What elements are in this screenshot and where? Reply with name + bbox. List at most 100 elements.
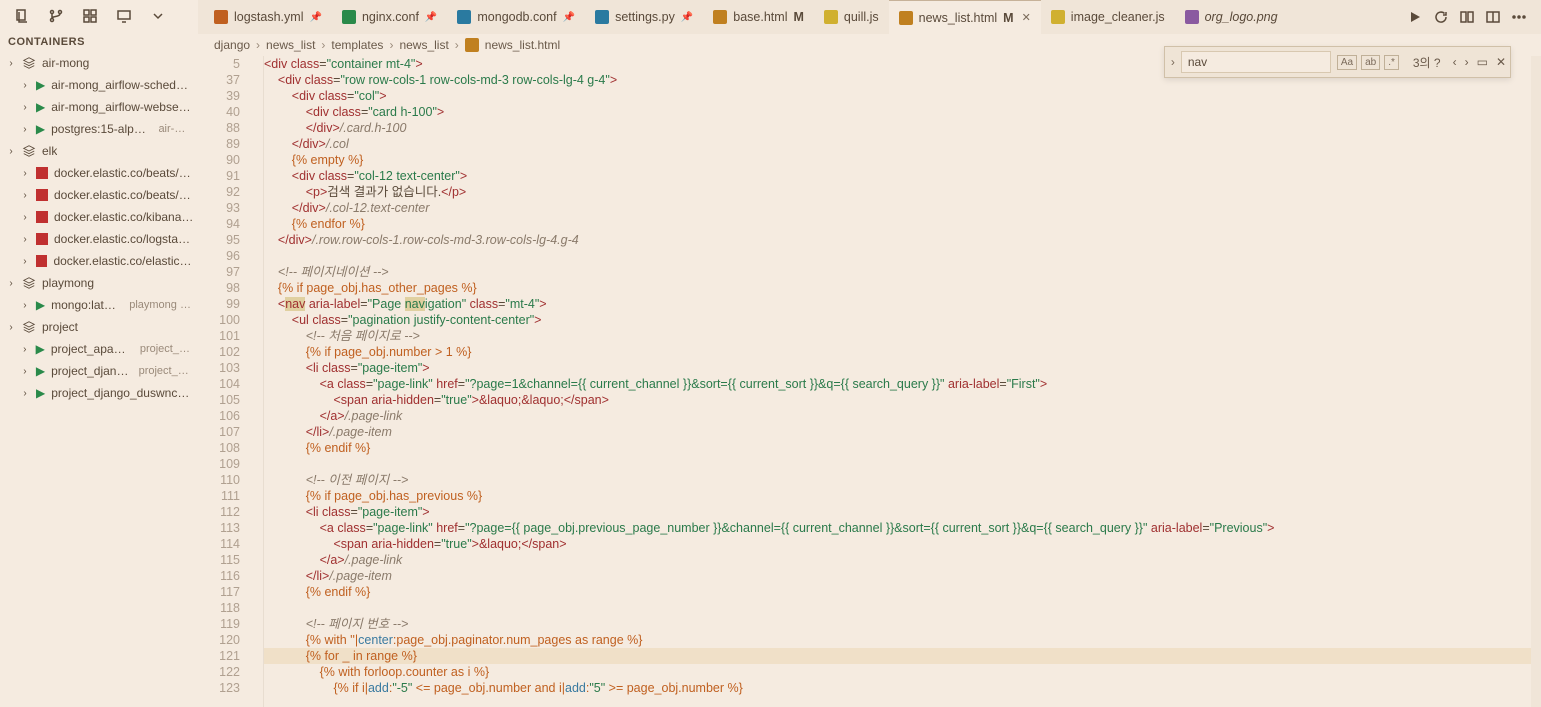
- tab[interactable]: org_logo.png: [1175, 0, 1288, 34]
- find-prev-icon[interactable]: ‹: [1449, 55, 1461, 69]
- chevron-right-icon: ›: [6, 146, 16, 157]
- breadcrumb-item[interactable]: news_list: [399, 38, 448, 52]
- tree-item[interactable]: ›▶postgres:15-alpineair-m…: [0, 118, 198, 140]
- container-tree: ›air-mong›▶air-mong_airflow-sched…›▶air-…: [0, 52, 198, 707]
- branch-icon[interactable]: [48, 8, 64, 24]
- compare-icon[interactable]: [1459, 9, 1475, 25]
- file-icon: [1185, 10, 1199, 24]
- find-input[interactable]: [1181, 51, 1331, 73]
- tab[interactable]: settings.py📌: [585, 0, 703, 34]
- tree-group[interactable]: ›playmong: [0, 272, 198, 294]
- tab[interactable]: news_list.htmlM✕: [889, 0, 1041, 34]
- tree-item[interactable]: ›docker.elastic.co/logsta…: [0, 228, 198, 250]
- find-selection-icon[interactable]: ▭: [1473, 55, 1492, 69]
- find-word-icon[interactable]: ab: [1361, 55, 1380, 70]
- breadcrumb-item[interactable]: django: [214, 38, 250, 52]
- find-widget: › Aa ab .* 3의 ? ‹ › ▭ ✕: [1164, 46, 1511, 78]
- tree-item[interactable]: ›▶mongo:latestplaymong -…: [0, 294, 198, 316]
- chevron-right-icon: ›: [20, 168, 30, 179]
- run-icon: ▶: [36, 122, 45, 136]
- pin-icon[interactable]: 📌: [563, 12, 575, 23]
- find-regex-icon[interactable]: .*: [1384, 55, 1399, 70]
- find-close-icon[interactable]: ✕: [1492, 55, 1510, 69]
- file-icon: [899, 11, 913, 25]
- tree-item[interactable]: ›docker.elastic.co/elastics…: [0, 250, 198, 272]
- container-icon: [36, 211, 48, 223]
- file-icon: [824, 10, 838, 24]
- container-icon: [36, 233, 48, 245]
- chevron-right-icon: ›: [20, 300, 30, 311]
- close-icon[interactable]: ✕: [1020, 11, 1031, 24]
- minimap[interactable]: [1531, 56, 1541, 707]
- tree-item[interactable]: ›docker.elastic.co/beats/…: [0, 184, 198, 206]
- chevron-right-icon: ›: [6, 58, 16, 69]
- tab[interactable]: image_cleaner.js: [1041, 0, 1175, 34]
- chevron-down-icon[interactable]: [150, 8, 166, 24]
- run-icon: ▶: [36, 78, 45, 92]
- file-icon: [342, 10, 356, 24]
- extensions-icon[interactable]: [82, 8, 98, 24]
- find-expand-icon[interactable]: ›: [1165, 55, 1181, 69]
- pin-icon[interactable]: 📌: [425, 12, 437, 23]
- run-icon: ▶: [36, 364, 45, 378]
- chevron-right-icon: ›: [6, 278, 16, 289]
- run-icon: ▶: [36, 298, 45, 312]
- tree-item[interactable]: ›▶project_django_duswnc…: [0, 382, 198, 404]
- run-icon: ▶: [36, 342, 45, 356]
- chevron-right-icon: ›: [20, 102, 30, 113]
- tab[interactable]: mongodb.conf📌: [447, 0, 585, 34]
- more-icon[interactable]: [1511, 9, 1527, 25]
- folding-margin[interactable]: [248, 56, 264, 707]
- find-case-icon[interactable]: Aa: [1337, 55, 1357, 70]
- tab[interactable]: logstash.yml📌: [204, 0, 332, 34]
- run-icon: ▶: [36, 386, 45, 400]
- tab[interactable]: base.htmlM: [703, 0, 814, 34]
- run-icon: ▶: [36, 100, 45, 114]
- sidebar: CONTAINERS ›air-mong›▶air-mong_airflow-s…: [0, 0, 198, 707]
- tree-group[interactable]: ›air-mong: [0, 52, 198, 74]
- container-icon: [36, 255, 48, 267]
- tree-item[interactable]: ›▶air-mong_airflow-sched…: [0, 74, 198, 96]
- editor-actions: [1407, 9, 1541, 25]
- tab[interactable]: quill.js: [814, 0, 889, 34]
- tab-bar: logstash.yml📌nginx.conf📌mongodb.conf📌set…: [198, 0, 1541, 34]
- tab[interactable]: nginx.conf📌: [332, 0, 447, 34]
- run-icon[interactable]: [1407, 9, 1423, 25]
- code-area[interactable]: <div class="container mt-4"> <div class=…: [264, 56, 1531, 707]
- find-counter: 3의 ?: [1405, 54, 1449, 71]
- files-icon[interactable]: [14, 8, 30, 24]
- tree-item[interactable]: ›▶air-mong_airflow-webse…: [0, 96, 198, 118]
- tree-group[interactable]: ›elk: [0, 140, 198, 162]
- chevron-right-icon: ›: [20, 388, 30, 399]
- chevron-right-icon: ›: [20, 344, 30, 355]
- breadcrumb-item[interactable]: news_list: [266, 38, 315, 52]
- chevron-right-icon: ›: [20, 212, 30, 223]
- main-area: logstash.yml📌nginx.conf📌mongodb.conf📌set…: [198, 0, 1541, 707]
- file-icon: [457, 10, 471, 24]
- tree-item[interactable]: ›docker.elastic.co/beats/…: [0, 162, 198, 184]
- tree-group[interactable]: ›project: [0, 316, 198, 338]
- file-icon: [595, 10, 609, 24]
- split-icon[interactable]: [1485, 9, 1501, 25]
- tree-item[interactable]: ›▶project_djangoproject_d…: [0, 360, 198, 382]
- breadcrumb-item[interactable]: news_list.html: [485, 38, 560, 52]
- container-icon: [36, 189, 48, 201]
- file-icon: [1051, 10, 1065, 24]
- pin-icon[interactable]: 📌: [681, 12, 693, 23]
- find-next-icon[interactable]: ›: [1461, 55, 1473, 69]
- editor[interactable]: 5373940888990919293949596979899100101102…: [198, 56, 1541, 707]
- chevron-right-icon: ›: [20, 366, 30, 377]
- chevron-right-icon: ›: [20, 124, 30, 135]
- tree-item[interactable]: ›docker.elastic.co/kibana…: [0, 206, 198, 228]
- breadcrumb-item[interactable]: templates: [331, 38, 383, 52]
- line-gutter: 5373940888990919293949596979899100101102…: [198, 56, 248, 707]
- pin-icon[interactable]: 📌: [309, 12, 321, 23]
- refresh-icon[interactable]: [1433, 9, 1449, 25]
- tree-item[interactable]: ›▶project_apacheproject_a…: [0, 338, 198, 360]
- chevron-right-icon: ›: [20, 234, 30, 245]
- sidebar-toolbar: [0, 0, 198, 32]
- remote-icon[interactable]: [116, 8, 132, 24]
- chevron-right-icon: ›: [6, 322, 16, 333]
- file-icon: [465, 38, 479, 52]
- chevron-right-icon: ›: [20, 256, 30, 267]
